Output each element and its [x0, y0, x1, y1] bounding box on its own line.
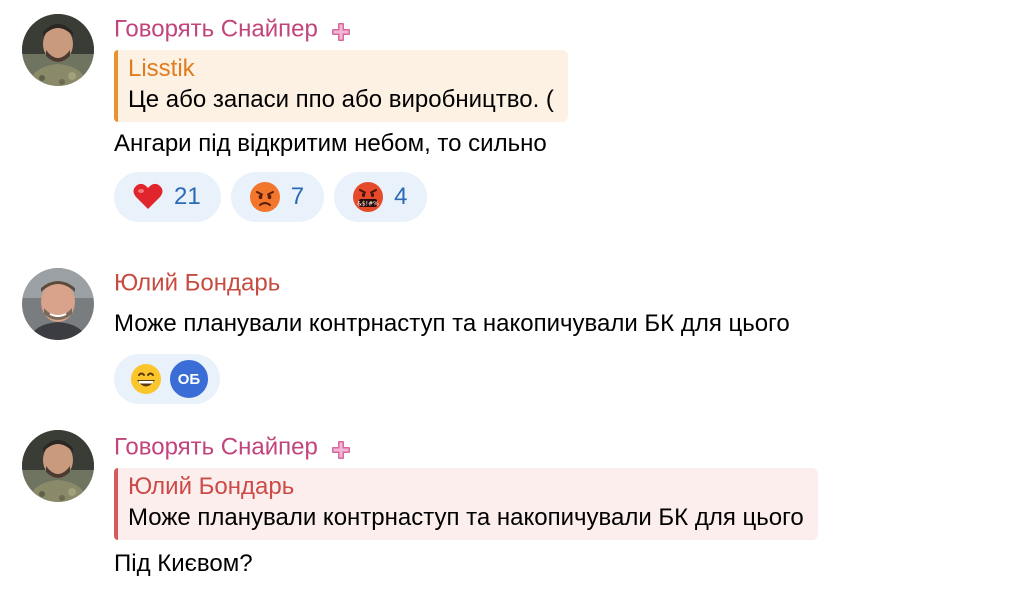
- grinning-face-icon: [130, 363, 162, 395]
- reactions-bar: ОБ: [114, 354, 994, 404]
- cursing-face-icon: &$!#%: [352, 181, 384, 213]
- reaction-count: 4: [394, 183, 408, 210]
- message-text: Може планували контрнаступ та накопичува…: [114, 310, 790, 337]
- reply-author: Lisstik: [128, 55, 195, 82]
- plus-badge-icon: [331, 438, 351, 459]
- svg-text:&$!#%: &$!#%: [357, 201, 379, 208]
- author-name[interactable]: Говорять Снайпер: [114, 14, 994, 44]
- author-name[interactable]: Юлий Бондарь: [114, 268, 994, 298]
- reply-quote[interactable]: Lisstik Це або запаси ппо або виробництв…: [114, 50, 568, 122]
- avatar[interactable]: [22, 14, 94, 86]
- reaction-count: 7: [290, 183, 305, 210]
- message-text: Ангари під відкритим небом, то сильно: [114, 130, 547, 157]
- reply-text: Це або запаси ппо або виробництво. (: [128, 86, 554, 113]
- reactor-avatar: ОБ: [168, 358, 210, 400]
- reply-text: Може планували контрнаступ та накопичува…: [128, 504, 804, 531]
- message-text: Під Києвом?: [114, 550, 253, 577]
- reply-author: Юлий Бондарь: [128, 473, 295, 500]
- reaction-grinning[interactable]: ОБ: [114, 354, 220, 404]
- author-name-text: Говорять Снайпер: [114, 433, 318, 461]
- reaction-heart[interactable]: 21: [114, 172, 221, 222]
- reply-quote[interactable]: Юлий Бондарь Може планували контрнаступ …: [114, 468, 818, 540]
- reactions-bar: 21 7 &$!#% 4: [114, 172, 994, 222]
- author-name[interactable]: Говорять Снайпер: [114, 432, 994, 462]
- author-name-text: Юлий Бондарь: [114, 269, 281, 297]
- chat-messages: Говорять Снайпер Lisstik Це або запаси п…: [0, 0, 1014, 602]
- reaction-cursing[interactable]: &$!#% 4: [334, 172, 428, 222]
- red-heart-icon: [132, 181, 164, 213]
- avatar[interactable]: [22, 268, 94, 340]
- reaction-count: 21: [174, 183, 201, 210]
- author-name-text: Говорять Снайпер: [114, 15, 318, 43]
- avatar[interactable]: [22, 430, 94, 502]
- plus-badge-icon: [331, 20, 351, 41]
- reaction-angry[interactable]: 7: [230, 172, 325, 222]
- angry-face-icon: [249, 181, 281, 213]
